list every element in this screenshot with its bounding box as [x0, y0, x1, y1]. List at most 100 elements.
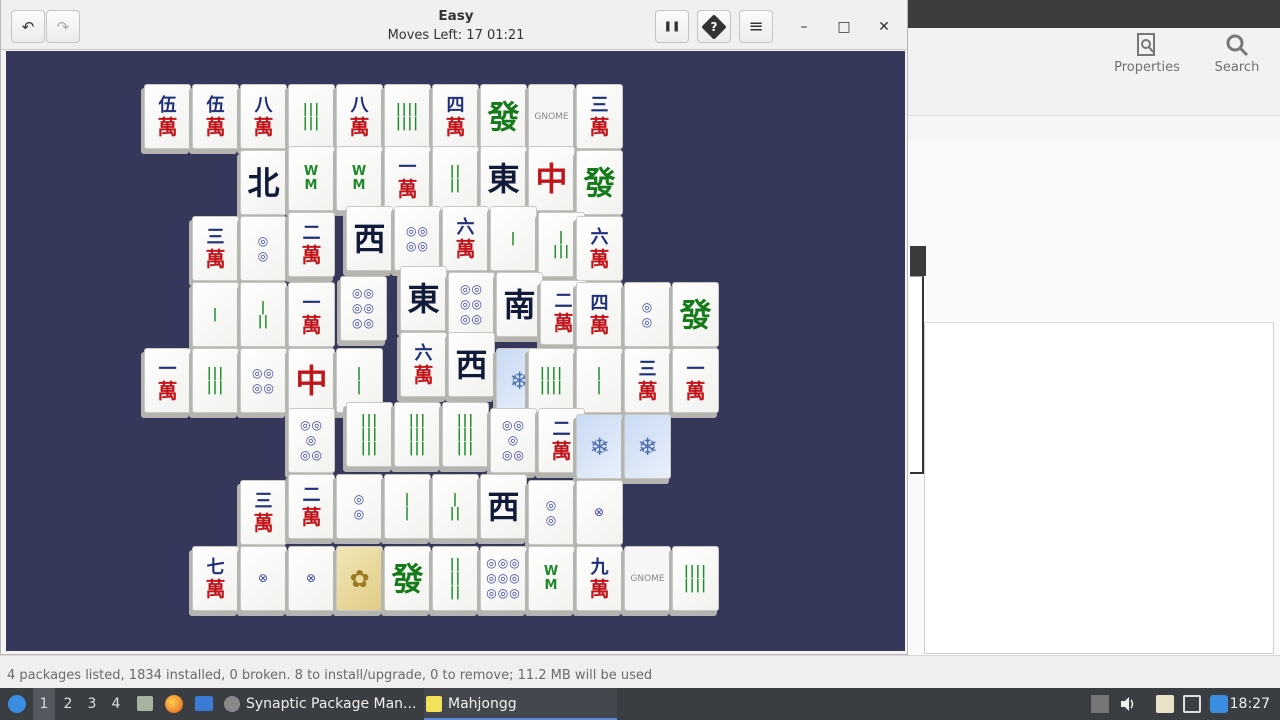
redo-icon: ↷: [56, 17, 70, 36]
tile-number: 三: [254, 491, 273, 512]
properties-button[interactable]: Properties: [1107, 32, 1187, 75]
start-menu-button[interactable]: [4, 688, 30, 720]
mahjong-tile[interactable]: ✿: [333, 546, 385, 616]
mahjong-tile[interactable]: ❄: [573, 414, 625, 484]
tile-face: W M: [528, 546, 575, 611]
workspace-4[interactable]: 4: [105, 688, 127, 720]
mahjong-tile[interactable]: |: [189, 282, 241, 352]
mahjong-tile[interactable]: ||| ||| |||: [439, 402, 491, 472]
menu-button[interactable]: ≡: [739, 10, 773, 43]
desktop-launcher[interactable]: [193, 688, 213, 720]
mahjong-tile[interactable]: 九萬: [573, 546, 625, 616]
mahjong-tile[interactable]: 八萬: [237, 84, 289, 154]
mahjong-tile[interactable]: 北: [237, 150, 289, 220]
mahjong-tile[interactable]: 二萬: [285, 474, 337, 544]
mahjong-tile[interactable]: 三萬: [621, 348, 673, 418]
tile-suit: 萬: [157, 379, 178, 403]
workspace-1[interactable]: 1: [33, 688, 55, 720]
mahjong-tile[interactable]: 東: [397, 266, 449, 336]
clock: 18:27: [1229, 696, 1270, 712]
close-icon: ✕: [878, 19, 890, 35]
mahjong-tile[interactable]: 一萬: [141, 348, 193, 418]
mahjong-tile[interactable]: ||| ||| |||: [343, 402, 395, 472]
workspace-3[interactable]: 3: [81, 688, 103, 720]
volume-icon[interactable]: [1119, 695, 1137, 713]
redo-button[interactable]: ↷: [46, 10, 80, 43]
mahjong-tile[interactable]: 七萬: [189, 546, 241, 616]
mahjong-tile[interactable]: ◎◎◎ ◎◎◎ ◎◎◎: [477, 546, 529, 616]
notification-icon[interactable]: [1210, 695, 1228, 713]
mahjong-tile[interactable]: 八萬: [333, 84, 385, 154]
mahjong-tile[interactable]: 三萬: [189, 216, 241, 286]
hint-button[interactable]: ?: [697, 10, 731, 43]
taskbar-app-mahjongg[interactable]: Mahjongg: [424, 688, 617, 720]
tile-symbol: | |: [356, 365, 363, 395]
mahjong-tile[interactable]: 西: [477, 474, 529, 544]
tile-number: 八: [254, 95, 273, 116]
game-board[interactable]: 伍萬伍萬八萬 ||| ||| 八萬 |||| |||| 四萬發 GNOME 三萬北 W MW …: [6, 51, 905, 651]
updates-tray-icon[interactable]: [1091, 695, 1109, 713]
mahjong-tile[interactable]: 二萬: [285, 212, 337, 282]
mahjong-tile[interactable]: | ||: [429, 474, 481, 544]
tile-number: 伍: [206, 95, 225, 116]
mahjong-tile[interactable]: ◎◎ ◎◎: [237, 348, 289, 418]
tile-face: 西: [448, 332, 495, 397]
mahjong-tile[interactable]: 一萬: [285, 282, 337, 352]
mahjong-tile[interactable]: ◎ ◎: [621, 282, 673, 352]
mahjong-tile[interactable]: || || ||: [429, 546, 481, 616]
pause-button[interactable]: ❚❚: [655, 10, 689, 43]
minimize-button[interactable]: –: [791, 14, 817, 40]
mahjong-tile[interactable]: GNOME: [525, 84, 577, 154]
mahjong-tile[interactable]: ◎◎ ◎◎ ◎◎: [337, 276, 389, 346]
mahjong-tile[interactable]: 發: [477, 84, 529, 154]
workspace-2[interactable]: 2: [57, 688, 79, 720]
mahjong-tile[interactable]: ◎ ◎: [525, 480, 577, 550]
mahjong-tile[interactable]: ◎ ◎: [237, 216, 289, 286]
mahjong-tile[interactable]: 發: [669, 282, 721, 352]
network-icon[interactable]: [1183, 695, 1201, 713]
mahjong-tile[interactable]: ◎◎ ◎ ◎◎: [487, 408, 539, 478]
maximize-button[interactable]: □: [831, 14, 857, 40]
mahjong-tile[interactable]: ❄: [621, 414, 673, 484]
mahjong-tile[interactable]: 三萬: [573, 84, 625, 154]
mahjong-tile[interactable]: | ||: [237, 282, 289, 352]
mahjong-tile[interactable]: 發: [573, 150, 625, 220]
search-button[interactable]: Search: [1197, 32, 1277, 75]
undo-button[interactable]: ↶: [11, 10, 45, 43]
taskbar-app-synaptic[interactable]: Synaptic Package Man...: [222, 688, 418, 720]
firefox-launcher[interactable]: [163, 688, 183, 720]
mahjong-tile[interactable]: ◎◎ ◎ ◎◎: [285, 408, 337, 478]
mahjong-tile[interactable]: 四萬: [429, 84, 481, 154]
mahjong-tile[interactable]: ⊗: [573, 480, 625, 550]
package-list[interactable]: [924, 322, 1274, 654]
tile-face: |||| ||||: [384, 84, 431, 149]
mahjong-tile[interactable]: 一萬: [669, 348, 721, 418]
mahjong-tile[interactable]: 伍萬: [141, 84, 193, 154]
mahjong-tile[interactable]: 六萬: [573, 216, 625, 286]
mahjong-tile[interactable]: GNOME: [621, 546, 673, 616]
mahjong-tile[interactable]: |: [487, 206, 539, 276]
mahjong-tile[interactable]: 伍萬: [189, 84, 241, 154]
mahjong-tile[interactable]: ◎ ◎: [333, 474, 385, 544]
tile-number: 六: [414, 343, 433, 364]
mahjong-tile[interactable]: W M: [285, 146, 337, 216]
mahjong-tile[interactable]: 四萬: [573, 282, 625, 352]
mahjong-tile[interactable]: 西: [343, 206, 395, 276]
mahjong-tile[interactable]: ||| |||: [189, 348, 241, 418]
mahjong-tile[interactable]: ||| |||: [285, 84, 337, 154]
mahjong-tile[interactable]: | |: [381, 474, 433, 544]
file-manager-launcher[interactable]: [135, 688, 155, 720]
mahjong-tile[interactable]: 西: [445, 332, 497, 402]
mahjong-tile[interactable]: ||| ||| |||: [391, 402, 443, 472]
mahjong-tile[interactable]: 發: [381, 546, 433, 616]
clipboard-icon[interactable]: [1156, 695, 1174, 713]
tile-number: 二: [302, 485, 321, 506]
mahjong-tile[interactable]: |||| ||||: [381, 84, 433, 154]
close-button[interactable]: ✕: [871, 14, 897, 40]
mahjong-tile[interactable]: 三萬: [237, 480, 289, 550]
mahjong-tile[interactable]: |||| ||||: [669, 546, 721, 616]
mahjong-tile[interactable]: ⊗: [285, 546, 337, 616]
mahjong-tile[interactable]: ⊗: [237, 546, 289, 616]
mahjong-tile[interactable]: 六萬: [397, 332, 449, 402]
mahjong-tile[interactable]: W M: [525, 546, 577, 616]
